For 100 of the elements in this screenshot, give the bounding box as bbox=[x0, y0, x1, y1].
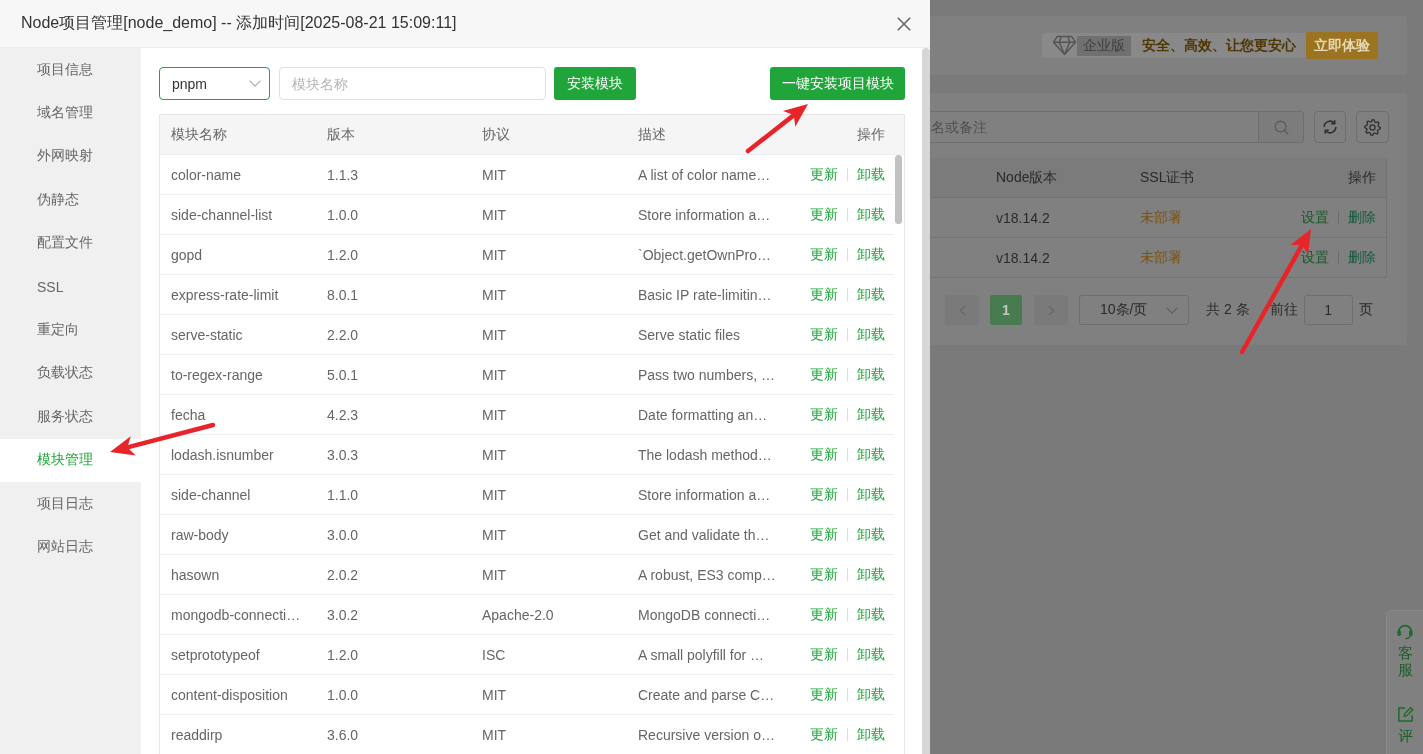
chevron-down-icon bbox=[249, 80, 261, 87]
uninstall-link[interactable]: 卸载 bbox=[857, 485, 885, 504]
table-cell-text: Serve static files bbox=[637, 326, 741, 343]
goto-label: 前往 bbox=[1269, 301, 1298, 319]
sidebar-item[interactable]: 域名管理 bbox=[0, 91, 141, 135]
update-link[interactable]: 更新 bbox=[810, 405, 838, 424]
settings-button[interactable] bbox=[1356, 111, 1389, 143]
uninstall-link[interactable]: 卸载 bbox=[857, 685, 885, 704]
page-size-select[interactable]: 10条/页 bbox=[1079, 295, 1189, 325]
scrollbar-thumb[interactable] bbox=[895, 155, 902, 224]
table-cell-text: MongoDB connecti… bbox=[637, 606, 772, 623]
delete-link[interactable]: 删除 bbox=[1348, 248, 1376, 267]
sidebar-item[interactable]: 项目日志 bbox=[0, 481, 141, 526]
page-button[interactable]: 1 bbox=[990, 295, 1022, 325]
sidebar-item[interactable]: 负载状态 bbox=[0, 351, 141, 396]
update-link[interactable]: 更新 bbox=[810, 285, 838, 304]
update-link[interactable]: 更新 bbox=[810, 325, 838, 344]
table-cell-text: MIT bbox=[481, 446, 508, 463]
update-link[interactable]: 更新 bbox=[810, 685, 838, 704]
table-cell-text: 1.2.0 bbox=[326, 646, 360, 663]
uninstall-link[interactable]: 卸载 bbox=[857, 165, 885, 184]
sidebar-item[interactable]: 伪静态 bbox=[0, 178, 141, 222]
table-cell-text: MIT bbox=[481, 286, 508, 303]
uninstall-link[interactable]: 卸载 bbox=[857, 205, 885, 224]
update-link[interactable]: 更新 bbox=[810, 485, 838, 504]
prev-page-button[interactable] bbox=[945, 295, 979, 325]
uninstall-link[interactable]: 卸载 bbox=[857, 445, 885, 464]
update-link[interactable]: 更新 bbox=[810, 565, 838, 584]
sidebar-item[interactable]: 配置文件 bbox=[0, 221, 141, 265]
sidebar-item[interactable]: 模块管理 bbox=[0, 438, 141, 482]
widget-label[interactable]: 客服 bbox=[1397, 645, 1413, 678]
table-cell-text: 3.6.0 bbox=[326, 726, 360, 743]
update-link[interactable]: 更新 bbox=[810, 165, 838, 184]
module-name-field[interactable]: 模块名称 bbox=[279, 67, 546, 100]
column-header: 版本 bbox=[326, 125, 356, 144]
table-cell-text: ISC bbox=[481, 646, 507, 663]
diamond-icon bbox=[1052, 35, 1077, 56]
table-cell-text: MIT bbox=[481, 366, 508, 383]
table-cell-text: Apache-2.0 bbox=[481, 606, 555, 623]
table-cell-text: 3.0.2 bbox=[326, 606, 360, 623]
scrollbar-thumb[interactable] bbox=[922, 48, 930, 754]
update-link[interactable]: 更新 bbox=[810, 605, 838, 624]
table-cell-text: lodash.isnumber bbox=[170, 446, 275, 463]
update-link[interactable]: 更新 bbox=[810, 365, 838, 384]
uninstall-link[interactable]: 卸载 bbox=[857, 365, 885, 384]
table-cell-text: content-disposition bbox=[170, 686, 289, 703]
install-all-modules-button[interactable]: 一键安装项目模块 bbox=[770, 67, 905, 100]
refresh-button[interactable] bbox=[1314, 111, 1346, 143]
sidebar-item[interactable]: 网站日志 bbox=[0, 525, 141, 569]
uninstall-link[interactable]: 卸载 bbox=[857, 245, 885, 264]
uninstall-link[interactable]: 卸载 bbox=[857, 405, 885, 424]
update-link[interactable]: 更新 bbox=[810, 205, 838, 224]
table-cell-text: 1.1.3 bbox=[326, 166, 360, 183]
table-cell-text: Date formatting an… bbox=[637, 406, 769, 423]
table-cell-text: A small polyfill for … bbox=[637, 646, 766, 663]
table-cell-text: 1.0.0 bbox=[326, 686, 360, 703]
uninstall-link[interactable]: 卸载 bbox=[857, 645, 885, 664]
table-cell-text: side-channel-list bbox=[170, 206, 274, 223]
table-cell-text: Get and validate th… bbox=[637, 526, 771, 543]
sidebar-item[interactable]: 重定向 bbox=[0, 308, 141, 352]
uninstall-link[interactable]: 卸载 bbox=[857, 325, 885, 344]
widget-label[interactable]: 评 bbox=[1397, 728, 1413, 745]
uninstall-link[interactable]: 卸载 bbox=[857, 605, 885, 624]
table-cell-text: 1.0.0 bbox=[326, 206, 360, 223]
trial-button[interactable]: 立即体验 bbox=[1306, 32, 1378, 59]
uninstall-link[interactable]: 卸载 bbox=[857, 565, 885, 584]
uninstall-link[interactable]: 卸载 bbox=[857, 725, 885, 744]
update-link[interactable]: 更新 bbox=[810, 645, 838, 664]
settings-link[interactable]: 设置 bbox=[1301, 208, 1329, 227]
page-number-field[interactable]: 1 bbox=[1303, 295, 1353, 325]
uninstall-link[interactable]: 卸载 bbox=[857, 525, 885, 544]
table-cell-text: side-channel bbox=[170, 486, 252, 503]
sidebar-item[interactable]: SSL bbox=[0, 264, 141, 309]
next-page-button[interactable] bbox=[1034, 295, 1068, 325]
update-link[interactable]: 更新 bbox=[810, 725, 838, 744]
table-cell-text: Store information a… bbox=[637, 206, 772, 223]
delete-link[interactable]: 删除 bbox=[1348, 208, 1376, 227]
sidebar-item[interactable]: 外网映射 bbox=[0, 134, 141, 179]
update-link[interactable]: 更新 bbox=[810, 525, 838, 544]
sidebar-item[interactable]: 服务状态 bbox=[0, 395, 141, 439]
update-link[interactable]: 更新 bbox=[810, 245, 838, 264]
search-button[interactable] bbox=[1258, 111, 1304, 143]
table-cell-text: MIT bbox=[481, 726, 508, 743]
uninstall-link[interactable]: 卸载 bbox=[857, 285, 885, 304]
table-cell-text: Store information a… bbox=[637, 486, 772, 503]
settings-link[interactable]: 设置 bbox=[1301, 248, 1329, 267]
table-cell-text: express-rate-limit bbox=[170, 286, 280, 303]
chevron-down-icon bbox=[1166, 306, 1178, 314]
install-module-button[interactable]: 安装模块 bbox=[554, 67, 636, 100]
table-cell-text: to-regex-range bbox=[170, 366, 264, 383]
sidebar-item[interactable]: 项目信息 bbox=[0, 48, 141, 92]
update-link[interactable]: 更新 bbox=[810, 445, 838, 464]
package-manager-select[interactable]: pnpm bbox=[159, 67, 270, 100]
table-cell-text: MIT bbox=[481, 566, 508, 583]
table-cell-text: MIT bbox=[481, 406, 508, 423]
table-cell-text: v18.14.2 bbox=[995, 249, 1051, 266]
table-cell-text: 2.0.2 bbox=[326, 566, 360, 583]
ssl-status: 未部署 bbox=[1139, 208, 1183, 227]
close-icon[interactable] bbox=[897, 16, 911, 31]
table-cell-text: MIT bbox=[481, 526, 508, 543]
